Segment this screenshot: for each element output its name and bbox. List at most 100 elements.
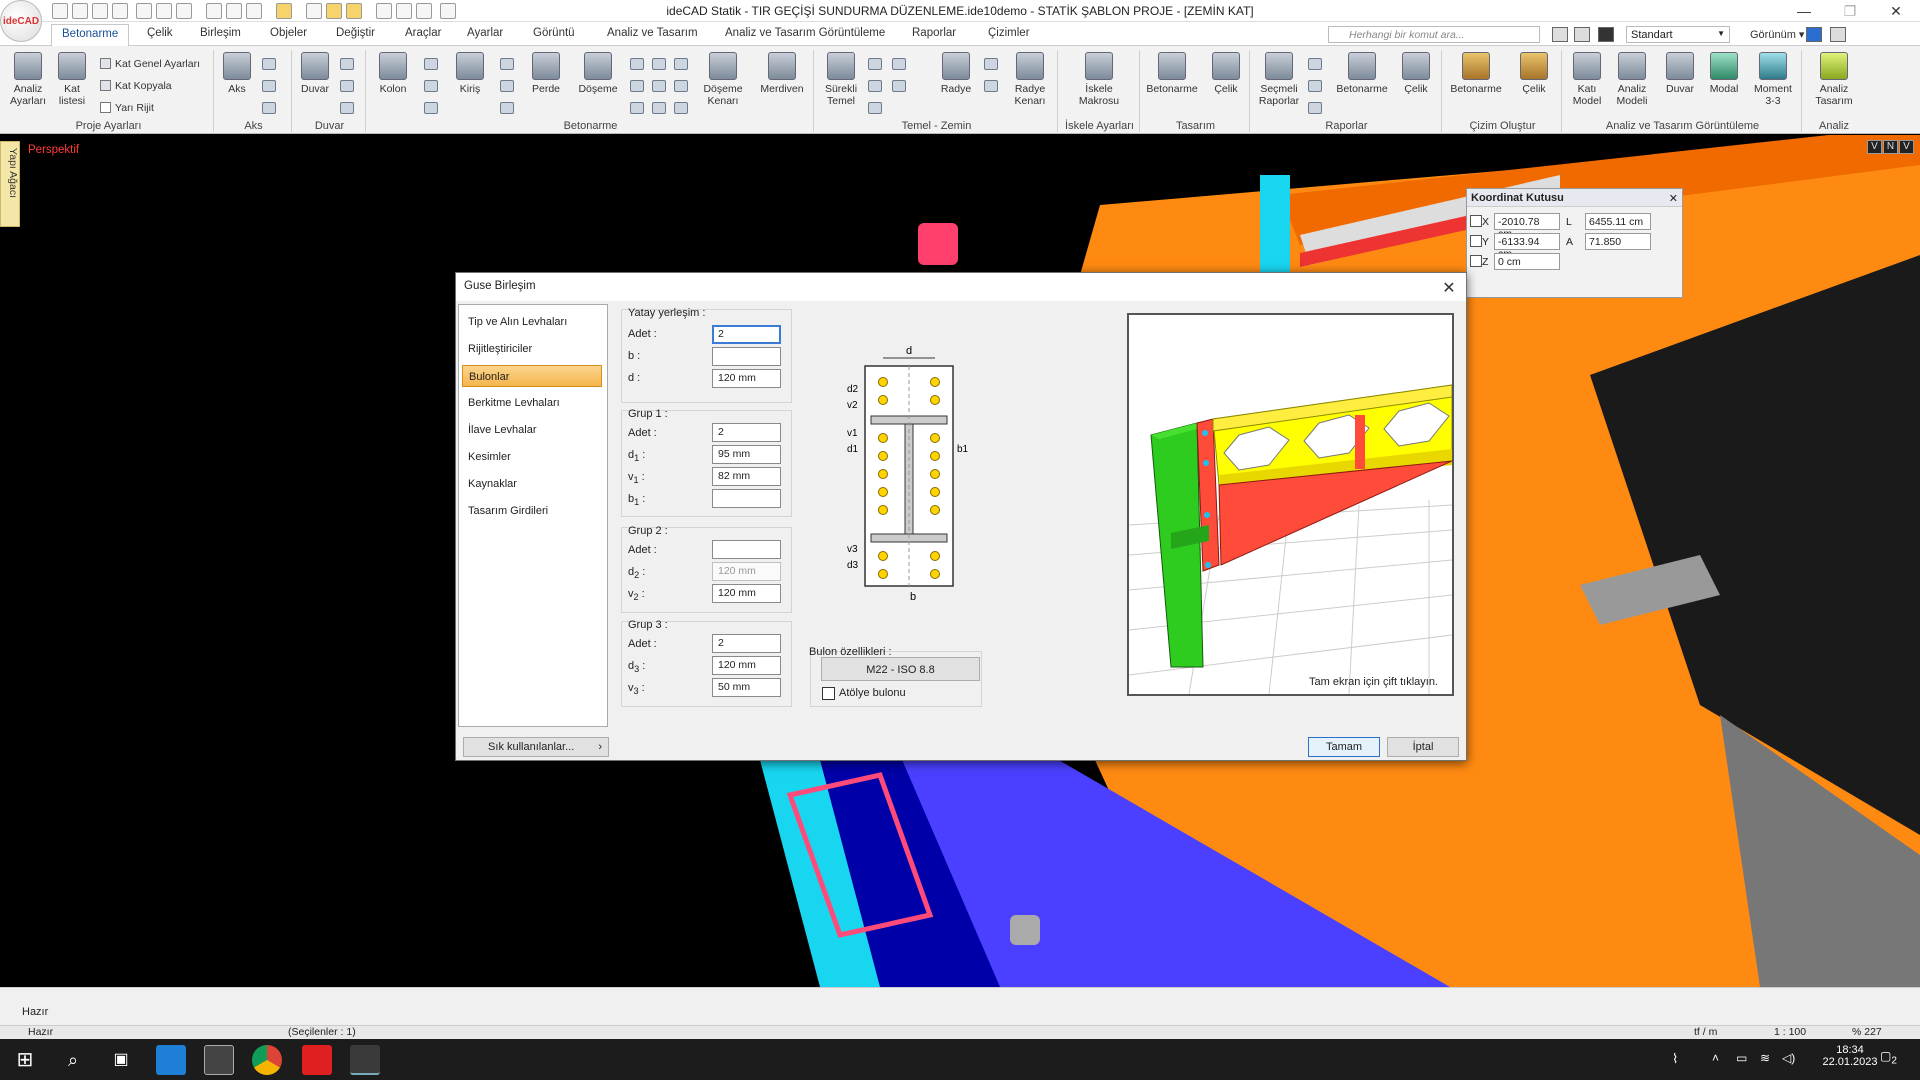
connection-preview[interactable]: Tam ekran için çift tıklayın. [1127,313,1454,696]
object-snap-icon[interactable] [326,3,342,19]
tab-ayarlar[interactable]: Ayarlar [467,27,503,39]
redo-icon[interactable] [156,3,172,19]
status-zoom[interactable]: % 227 [1852,1026,1882,1038]
axis-rotate-icon[interactable] [262,80,276,92]
grid-snap-icon[interactable] [306,3,322,19]
tab-raporlar[interactable]: Raporlar [912,27,956,39]
status-units[interactable]: tf / m [1694,1026,1717,1038]
terminal-icon[interactable] [204,1045,234,1075]
axis-line-icon[interactable] [262,102,276,114]
cancel-button[interactable]: İptal [1387,737,1459,757]
doseme-kenari-button[interactable]: Döşeme Kenarı [698,52,748,107]
command-search-input[interactable]: Herhangi bir komut ara... [1328,26,1540,43]
grup1-adet-input[interactable]: 2 [712,423,781,442]
beam-spline-icon[interactable] [500,102,514,114]
column-poly-icon[interactable] [424,80,438,92]
axis-arc-icon[interactable] [262,58,276,70]
close-icon[interactable]: ✕ [1669,192,1678,205]
wall-opening-icon[interactable] [340,58,354,70]
slab-tool-4-icon[interactable] [652,58,666,70]
radye-kenari-button[interactable]: Radye Kenarı [1006,52,1054,107]
layers-icon[interactable] [1574,27,1590,42]
tab-betonarme[interactable]: Betonarme [51,24,130,46]
a-field[interactable]: 71.850 [1585,233,1651,250]
moment-button[interactable]: Moment 3-3 [1748,52,1798,107]
kat-genel-ayarlari-button[interactable]: Kat Genel Ayarları [100,58,200,70]
style-dropdown[interactable]: Standart ▼ [1626,26,1730,43]
pile-2-icon[interactable] [892,80,906,92]
open-file-icon[interactable] [72,3,88,19]
duvar-button[interactable]: Duvar [298,52,332,95]
secmeli-raporlar-button[interactable]: Seçmeli Raporlar [1254,52,1304,107]
slab-tool-8-icon[interactable] [674,80,688,92]
tab-araclar[interactable]: Araçlar [405,27,441,39]
perde-button[interactable]: Perde [526,52,566,95]
track-icon[interactable] [346,3,362,19]
chrome-icon[interactable] [252,1045,282,1075]
grup3-v3-input[interactable]: 50 mm [712,678,781,697]
nav-berkitme-levhalari[interactable]: Berkitme Levhaları [462,392,602,414]
modal-button[interactable]: Modal [1704,52,1744,95]
dialog-close-button[interactable]: ✕ [1439,278,1459,298]
nav-ilave-levhalar[interactable]: İlave Levhalar [462,419,602,441]
slab-tool-9-icon[interactable] [674,102,688,114]
z-field[interactable]: 0 cm [1494,253,1560,270]
footing-3-icon[interactable] [868,102,882,114]
view-button-3[interactable]: V [1899,140,1914,154]
analiz-modeli-button[interactable]: Analiz Modeli [1610,52,1654,107]
column-circle-icon[interactable] [424,58,438,70]
radye-button[interactable]: Radye [936,52,976,95]
status-scale[interactable]: 1 : 100 [1774,1026,1806,1038]
measure-icon[interactable] [396,3,412,19]
tasarim-betonarme-button[interactable]: Betonarme [1144,52,1200,95]
surekli-temel-button[interactable]: Sürekli Temel [820,52,862,107]
slab-tool-2-icon[interactable] [630,80,644,92]
settings-icon[interactable] [1830,27,1846,42]
select-cursor-icon[interactable] [206,3,222,19]
aks-button[interactable]: Aks [220,52,254,95]
tab-analiz-goruntuleme[interactable]: Analiz ve Tasarım Görüntüleme [725,27,885,39]
tab-birlesim[interactable]: Birleşim [200,27,241,39]
maximize-button[interactable]: ❐ [1827,0,1873,22]
pdf-icon[interactable] [1308,102,1322,114]
minimize-button[interactable]: — [1781,0,1827,22]
search-icon[interactable]: ⌕ [58,1045,88,1075]
slab-tool-7-icon[interactable] [674,58,688,70]
view-button-1[interactable]: V [1867,140,1882,154]
tab-objeler[interactable]: Objeler [270,27,307,39]
footing-2-icon[interactable] [868,80,882,92]
app-logo[interactable]: ideCAD [0,0,42,42]
x-field[interactable]: -2010.78 cm [1494,213,1560,240]
analiz-ayarlari-button[interactable]: Analiz Ayarları [8,52,48,107]
yari-rijit-checkbox[interactable]: Yarı Rijit [100,102,154,114]
kolon-button[interactable]: Kolon [374,52,412,95]
iskele-makrosu-button[interactable]: İskele Makrosu [1066,52,1132,107]
grup1-b1-input[interactable] [712,489,781,508]
footing-1-icon[interactable] [868,58,882,70]
beam-arc-icon[interactable] [500,80,514,92]
nav-tip-ve-alin-levhalari[interactable]: Tip ve Alın Levhaları [462,311,602,333]
grup2-v2-input[interactable]: 120 mm [712,584,781,603]
atolye-bulonu-checkbox[interactable] [822,687,835,700]
doseme-button[interactable]: Döşeme [576,52,620,95]
l-field[interactable]: 6455.11 cm [1585,213,1651,230]
nav-kaynaklar[interactable]: Kaynaklar [462,473,602,495]
report-tool-1-icon[interactable] [1308,58,1322,70]
kiris-button[interactable]: Kiriş [450,52,490,95]
door-icon[interactable] [340,102,354,114]
raft-tool-2-icon[interactable] [984,80,998,92]
nav-bulonlar[interactable]: Bulonlar [462,365,602,387]
slab-tool-6-icon[interactable] [652,102,666,114]
kat-kopyala-button[interactable]: Kat Kopyala [100,80,172,92]
nav-rijitlestiriciler[interactable]: Rijitleştiriciler [462,338,602,360]
tab-goruntu[interactable]: Görüntü [533,27,575,39]
tasarim-celik-button[interactable]: Çelik [1206,52,1246,95]
dimension-icon[interactable] [416,3,432,19]
grup3-adet-input[interactable]: 2 [712,634,781,653]
y-field[interactable]: -6133.94 cm [1494,233,1560,260]
grup2-adet-input[interactable] [712,540,781,559]
ortho-icon[interactable] [276,3,292,19]
yatay-adet-input[interactable]: 2 [712,325,781,344]
grup1-v1-input[interactable]: 82 mm [712,467,781,486]
style-icon[interactable] [1598,27,1614,42]
